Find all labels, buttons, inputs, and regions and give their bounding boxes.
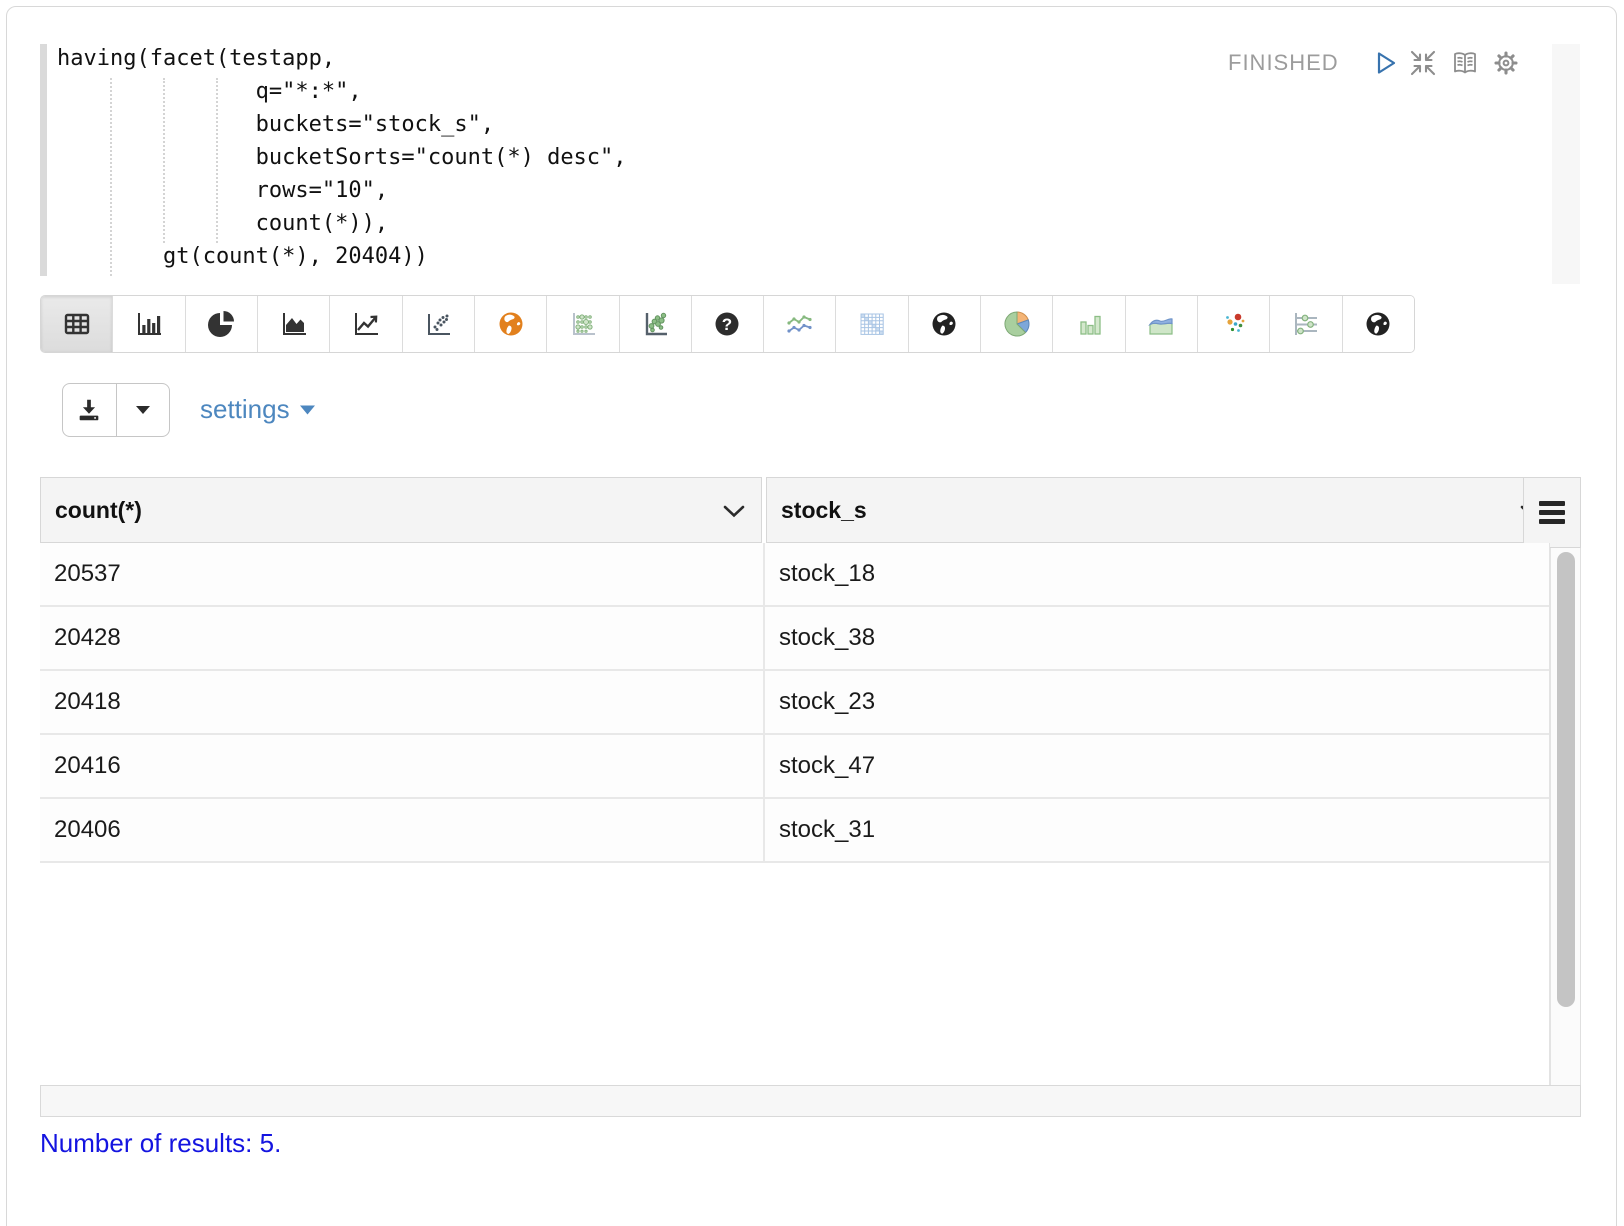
chart-type-globe2-button[interactable] bbox=[1343, 296, 1414, 352]
globe-icon bbox=[929, 309, 959, 339]
zeppelin-paragraph: having(facet(testapp, q="*:*", buckets="… bbox=[0, 0, 1624, 1226]
chart-type-globe-button[interactable] bbox=[909, 296, 981, 352]
table-row: 20537 stock_18 bbox=[40, 543, 1549, 607]
hamburger-icon bbox=[1539, 501, 1565, 506]
paragraph-settings-button[interactable] bbox=[1491, 48, 1521, 78]
column-header-label: count(*) bbox=[55, 497, 142, 523]
download-icon bbox=[75, 396, 103, 424]
cell-stock: stock_23 bbox=[765, 671, 1549, 733]
settings-label: settings bbox=[200, 394, 290, 425]
run-button[interactable] bbox=[1370, 48, 1400, 78]
chart-type-parallel-sliders-button[interactable] bbox=[1270, 296, 1342, 352]
chart-type-table-button[interactable] bbox=[41, 296, 113, 352]
collapse-button[interactable] bbox=[1408, 48, 1438, 78]
code-line: buckets="stock_s", bbox=[57, 108, 627, 141]
chart-type-pie-color-button[interactable] bbox=[981, 296, 1053, 352]
download-button-group bbox=[62, 383, 170, 437]
chart-type-line-button[interactable] bbox=[330, 296, 402, 352]
chart-type-matrix-button[interactable] bbox=[836, 296, 908, 352]
result-table: count(*) stock_s 20537 stock_18 20428 st… bbox=[40, 477, 1582, 1118]
status-badge: FINISHED bbox=[1228, 50, 1339, 76]
indent-guide bbox=[216, 78, 218, 243]
orange-globe-icon bbox=[496, 309, 526, 339]
cell-count: 20537 bbox=[40, 543, 765, 605]
chart-type-map-button[interactable] bbox=[475, 296, 547, 352]
collapse-icon bbox=[1408, 48, 1438, 78]
column-header-label: stock_s bbox=[781, 497, 867, 523]
globe-icon bbox=[1363, 309, 1393, 339]
area-chart-icon bbox=[279, 309, 309, 339]
stream-area-icon bbox=[1146, 309, 1176, 339]
caret-down-icon bbox=[133, 403, 153, 417]
table-icon bbox=[62, 309, 92, 339]
bubble-grid-icon bbox=[568, 309, 598, 339]
table-row: 20406 stock_31 bbox=[40, 799, 1549, 863]
cell-stock: stock_38 bbox=[765, 607, 1549, 669]
code-editor[interactable]: having(facet(testapp, q="*:*", buckets="… bbox=[57, 42, 627, 273]
matrix-heatmap-icon bbox=[857, 309, 887, 339]
play-icon bbox=[1370, 48, 1400, 78]
code-line: having(facet(testapp, bbox=[57, 42, 627, 75]
bubble-scatter-icon bbox=[640, 309, 670, 339]
help-icon: ? bbox=[712, 309, 742, 339]
indent-guide bbox=[110, 78, 112, 276]
cell-count: 20418 bbox=[40, 671, 765, 733]
table-row: 20418 stock_23 bbox=[40, 671, 1549, 735]
table-body: 20537 stock_18 20428 stock_38 20418 stoc… bbox=[40, 543, 1550, 1085]
chart-type-pie-button[interactable] bbox=[186, 296, 258, 352]
column-header-stock[interactable]: stock_s bbox=[766, 477, 1559, 543]
cell-count: 20428 bbox=[40, 607, 765, 669]
settings-link[interactable]: settings bbox=[200, 394, 316, 425]
gear-icon bbox=[1491, 48, 1521, 78]
svg-text:?: ? bbox=[722, 315, 732, 334]
column-chart-icon bbox=[134, 309, 164, 339]
cell-count: 20406 bbox=[40, 799, 765, 861]
table-row: 20428 stock_38 bbox=[40, 607, 1549, 671]
horizontal-scrollbar[interactable] bbox=[40, 1085, 1581, 1117]
code-line: bucketSorts="count(*) desc", bbox=[57, 141, 627, 174]
column-header-count[interactable]: count(*) bbox=[40, 477, 762, 543]
caret-down-icon bbox=[299, 404, 316, 416]
code-line: q="*:*", bbox=[57, 75, 627, 108]
editor-gutter bbox=[40, 44, 47, 276]
parallel-sliders-icon bbox=[1291, 309, 1321, 339]
cell-stock: stock_18 bbox=[765, 543, 1549, 605]
chart-type-scatter-button[interactable] bbox=[403, 296, 475, 352]
chart-type-bubble-scatter-button[interactable] bbox=[620, 296, 692, 352]
chart-type-column-button[interactable] bbox=[113, 296, 185, 352]
scrollbar-thumb[interactable] bbox=[1557, 552, 1575, 1007]
chart-type-help-button[interactable]: ? bbox=[692, 296, 764, 352]
chevron-down-icon[interactable] bbox=[723, 505, 745, 518]
multi-line-chart-icon bbox=[785, 309, 815, 339]
chart-type-toolbar: ? bbox=[40, 295, 1415, 353]
chart-type-stream-area-button[interactable] bbox=[1126, 296, 1198, 352]
chart-type-bubble-grid-button[interactable] bbox=[547, 296, 619, 352]
editor-toggle-button[interactable] bbox=[1450, 48, 1480, 78]
pie-color-icon bbox=[1002, 309, 1032, 339]
chart-type-area-button[interactable] bbox=[258, 296, 330, 352]
results-count: Number of results: 5. bbox=[40, 1128, 281, 1159]
book-icon bbox=[1450, 48, 1480, 78]
chart-type-scatter-color-button[interactable] bbox=[1198, 296, 1270, 352]
scatter-color-icon bbox=[1219, 309, 1249, 339]
line-chart-icon bbox=[351, 309, 381, 339]
download-options-button[interactable] bbox=[116, 384, 170, 436]
pie-chart-icon bbox=[206, 309, 236, 339]
table-menu-button[interactable] bbox=[1523, 477, 1581, 548]
cell-count: 20416 bbox=[40, 735, 765, 797]
code-line: rows="10", bbox=[57, 174, 627, 207]
cell-stock: stock_47 bbox=[765, 735, 1549, 797]
bar-color-icon bbox=[1074, 309, 1104, 339]
chart-type-multi-line-button[interactable] bbox=[764, 296, 836, 352]
cell-stock: stock_31 bbox=[765, 799, 1549, 861]
code-line: gt(count(*), 20404)) bbox=[57, 240, 627, 273]
editor-scrollbar-track[interactable] bbox=[1552, 44, 1580, 284]
vertical-scrollbar[interactable] bbox=[1550, 548, 1581, 1085]
code-line: count(*)), bbox=[57, 207, 627, 240]
download-button[interactable] bbox=[63, 384, 116, 436]
scatter-chart-icon bbox=[423, 309, 453, 339]
indent-guide bbox=[163, 78, 165, 243]
chart-type-bar-color-button[interactable] bbox=[1053, 296, 1125, 352]
table-row: 20416 stock_47 bbox=[40, 735, 1549, 799]
